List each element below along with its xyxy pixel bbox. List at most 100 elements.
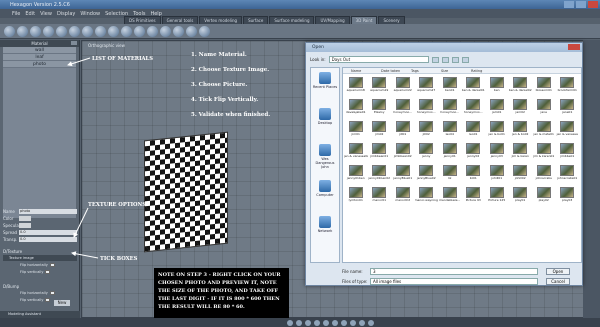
file-item[interactable]: jen & bo02	[509, 120, 533, 142]
transparency-field[interactable]: 0.0	[19, 236, 77, 242]
file-item[interactable]: honeymoo...	[438, 98, 462, 120]
bump-flip-vertical-checkbox[interactable]	[45, 298, 51, 302]
file-item[interactable]: ben & daniel01	[462, 76, 486, 98]
file-item[interactable]: jill01	[391, 120, 415, 142]
column-date-taken[interactable]: Date taken	[373, 68, 403, 73]
file-item[interactable]: jimbbe01	[556, 142, 580, 164]
tool-icon[interactable]	[160, 25, 171, 37]
tool-icon[interactable]	[121, 25, 132, 37]
file-item[interactable]: manor01	[368, 186, 392, 208]
up-folder-icon[interactable]	[441, 56, 449, 63]
file-item[interactable]: lymton01	[344, 186, 368, 208]
tool-icon[interactable]	[95, 25, 106, 37]
file-item[interactable]: aquarium22	[391, 76, 415, 98]
column-rating[interactable]: Rating	[463, 68, 493, 73]
file-item[interactable]: leo04	[438, 120, 462, 142]
file-item[interactable]: jenny01	[438, 142, 462, 164]
view-menu-icon[interactable]	[461, 56, 469, 63]
file-item[interactable]: play02	[532, 186, 556, 208]
tool-icon[interactable]	[199, 25, 210, 37]
file-item[interactable]: blossom01	[532, 76, 556, 98]
file-item[interactable]: jam01	[485, 98, 509, 120]
file-item[interactable]: johnscrabs	[532, 164, 556, 186]
name-field[interactable]: photo	[19, 208, 77, 214]
file-item[interactable]: jim01	[344, 120, 368, 142]
menu-window[interactable]: Window	[80, 11, 100, 17]
file-item[interactable]: liz01	[462, 164, 486, 186]
status-tool-icon[interactable]	[304, 319, 311, 326]
cancel-button[interactable]: Cancel	[546, 277, 570, 285]
tool-icon[interactable]	[43, 25, 54, 37]
spread-field[interactable]: 0.0	[19, 229, 77, 235]
tool-icon[interactable]	[4, 25, 15, 37]
modeling-assistant-tab[interactable]: Modeling Assistant	[0, 311, 80, 318]
look-in-dropdown[interactable]: Days Out	[328, 56, 429, 63]
column-tags[interactable]: Tags	[403, 68, 433, 73]
place-desktop[interactable]: Desktop	[312, 108, 338, 140]
file-item[interactable]: johnscrabs01	[556, 164, 580, 186]
file-item[interactable]: Picture 125	[485, 186, 509, 208]
file-item[interactable]: jen & vanessa	[556, 120, 580, 142]
back-icon[interactable]	[431, 56, 439, 63]
file-item[interactable]: play03	[556, 186, 580, 208]
specular-swatch[interactable]	[19, 222, 31, 228]
tool-icon[interactable]	[108, 25, 119, 37]
open-button[interactable]: Open	[546, 267, 570, 275]
place-user[interactable]: Wes Dangerous John	[312, 144, 338, 176]
tool-icon[interactable]	[173, 25, 184, 37]
new-material-button[interactable]: New	[54, 300, 70, 306]
maximize-button[interactable]	[576, 1, 586, 8]
file-item[interactable]: leo01	[462, 120, 486, 142]
checkerboard-plane[interactable]	[145, 132, 227, 252]
menu-edit[interactable]: Edit	[25, 11, 35, 17]
file-item[interactable]: jennyBlue02	[415, 164, 439, 186]
file-item[interactable]: jenny01ben	[344, 164, 368, 186]
status-tool-icon[interactable]	[295, 319, 302, 326]
file-item[interactable]: jen & vanessa02	[344, 142, 368, 164]
file-item[interactable]: jenny	[415, 142, 439, 164]
file-item[interactable]: mendeblaze...	[438, 186, 462, 208]
status-tool-icon[interactable]	[340, 319, 347, 326]
tool-icon[interactable]	[69, 25, 80, 37]
file-item[interactable]: jane01	[556, 98, 580, 120]
menu-view[interactable]: View	[40, 11, 52, 17]
file-item[interactable]: jim & karen	[509, 142, 533, 164]
file-item[interactable]: jane	[532, 98, 556, 120]
file-item[interactable]: manor01t	[391, 186, 415, 208]
file-item[interactable]: johill01	[485, 164, 509, 186]
new-folder-icon[interactable]	[451, 56, 459, 63]
texture-type-dropdown[interactable]: Texture image	[3, 255, 77, 261]
file-item[interactable]: jenny03	[485, 142, 509, 164]
file-item[interactable]: brookfarm01	[556, 76, 580, 98]
place-network[interactable]: Network	[312, 216, 338, 248]
flip-vertical-checkbox[interactable]	[45, 270, 51, 274]
panel-menu-icon[interactable]	[71, 41, 77, 45]
file-item[interactable]: jen & bo01	[485, 120, 509, 142]
tool-icon[interactable]	[56, 25, 67, 37]
file-item[interactable]: honeymoo...	[415, 98, 439, 120]
material-item-photo[interactable]: photo	[3, 61, 76, 68]
file-item[interactable]: jimbbean01	[368, 142, 392, 164]
close-button[interactable]	[588, 1, 598, 8]
file-item[interactable]: jam02	[509, 98, 533, 120]
file-item[interactable]: dave&jake01	[344, 98, 368, 120]
tool-icon[interactable]	[82, 25, 93, 37]
file-item[interactable]: johill02	[509, 164, 533, 186]
color-swatch[interactable]	[19, 215, 31, 221]
file-item[interactable]: jenny02	[462, 142, 486, 164]
file-item[interactable]: honeymoo...	[462, 98, 486, 120]
file-item[interactable]: ben	[485, 76, 509, 98]
status-tool-icon[interactable]	[367, 319, 374, 326]
status-tool-icon[interactable]	[358, 319, 365, 326]
status-tool-icon[interactable]	[313, 319, 320, 326]
file-item[interactable]: Elasloy	[368, 98, 392, 120]
file-item[interactable]: jim02	[368, 120, 392, 142]
file-name-input[interactable]: 3	[370, 267, 538, 275]
bump-flip-horizontal-checkbox[interactable]	[49, 291, 55, 295]
dialog-close-icon[interactable]	[568, 44, 580, 50]
status-tool-icon[interactable]	[286, 319, 293, 326]
file-item[interactable]: aquarium27	[415, 76, 439, 98]
column-name[interactable]: Name	[343, 68, 373, 73]
file-item[interactable]: manor-wayning	[415, 186, 439, 208]
tool-icon[interactable]	[147, 25, 158, 37]
